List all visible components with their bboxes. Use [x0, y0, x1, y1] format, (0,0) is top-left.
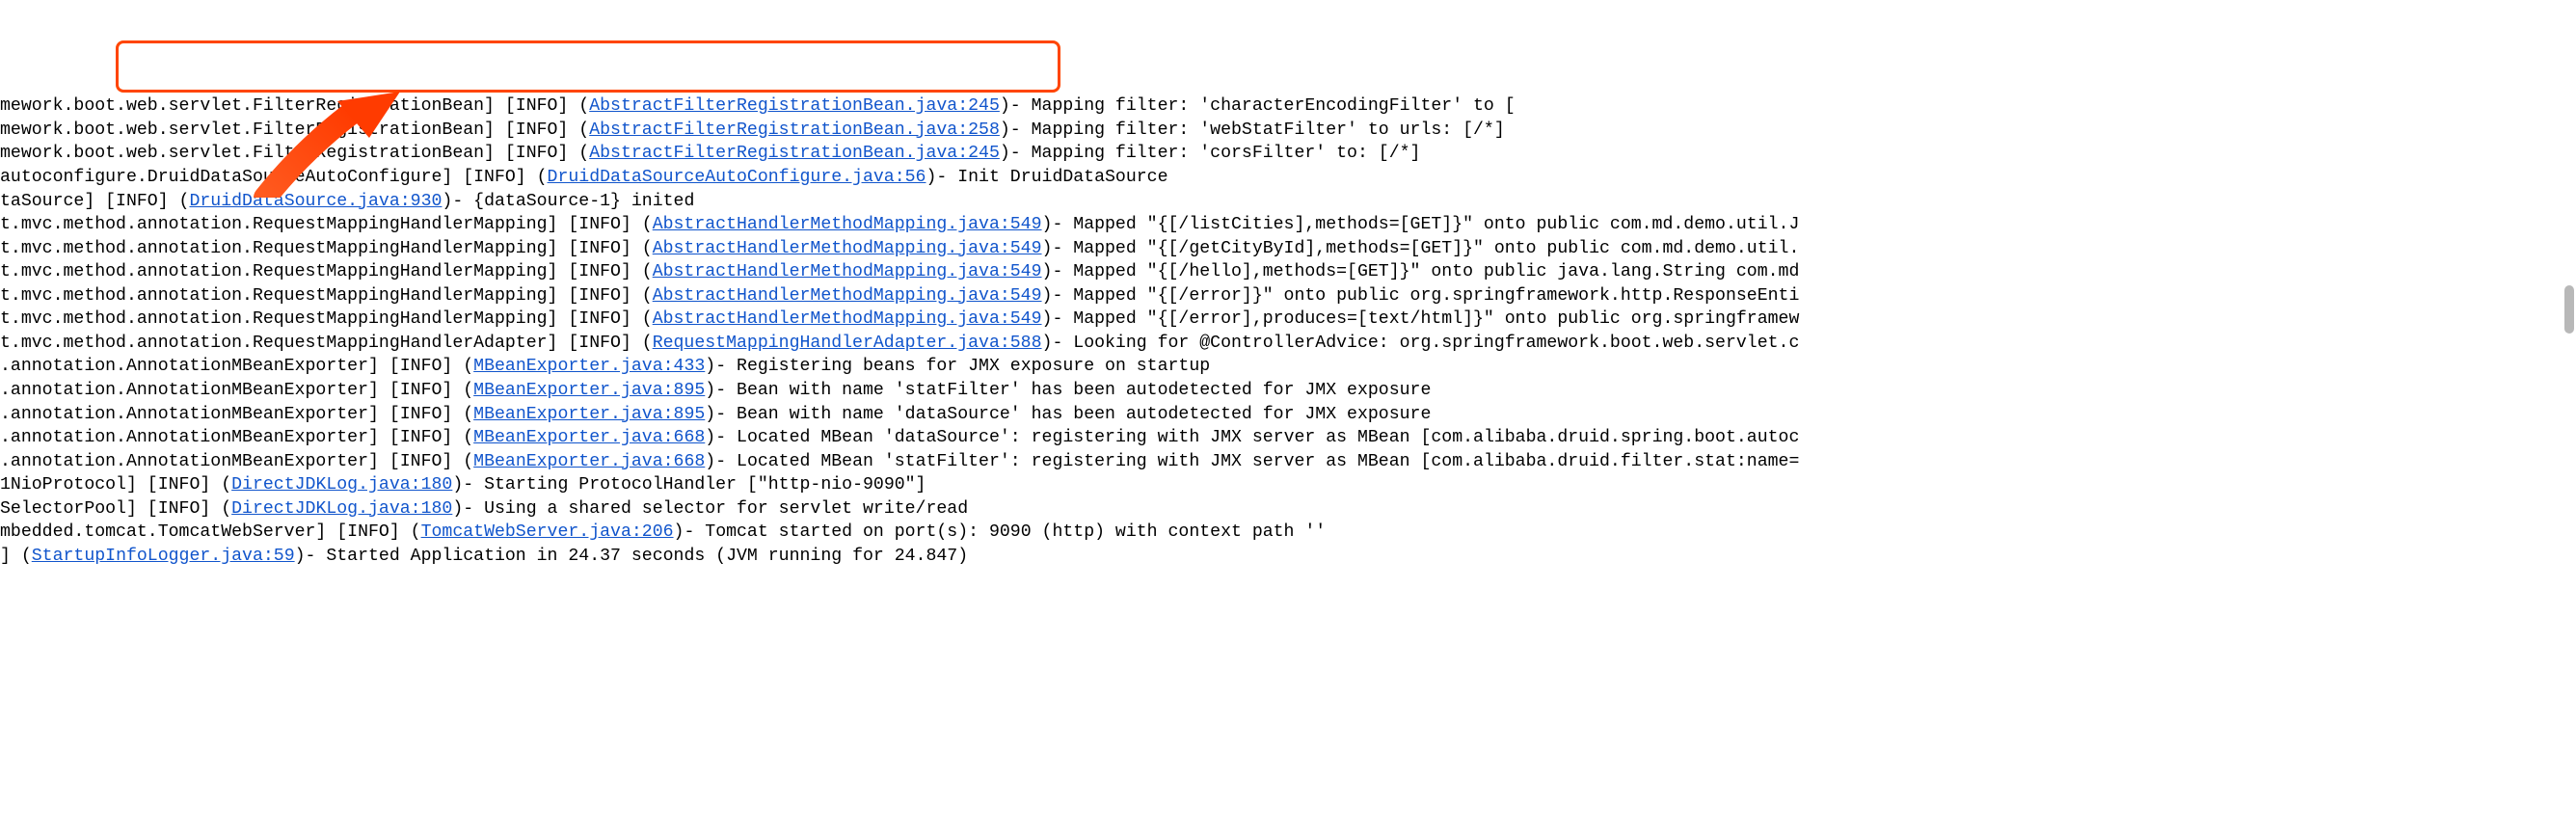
source-file-link[interactable]: RequestMappingHandlerAdapter.java:588 [653, 334, 1042, 353]
log-message: )- Mapping filter: 'webStatFilter' to ur… [1000, 120, 1505, 140]
log-line: .annotation.AnnotationMBeanExporter] [IN… [0, 450, 2576, 474]
source-file-link[interactable]: DirectJDKLog.java:180 [231, 499, 452, 519]
log-prefix: taSource] [INFO] ( [0, 192, 189, 211]
log-prefix: .annotation.AnnotationMBeanExporter] [IN… [0, 405, 473, 424]
source-file-link[interactable]: DirectJDKLog.java:180 [231, 475, 452, 495]
source-file-link[interactable]: MBeanExporter.java:895 [473, 405, 705, 424]
log-message: )- Mapped "{[/hello],methods=[GET]}" ont… [1042, 262, 1800, 281]
log-line: mework.boot.web.servlet.FilterRegistrati… [0, 142, 2576, 166]
log-line: autoconfigure.DruidDataSourceAutoConfigu… [0, 166, 2576, 190]
source-file-link[interactable]: AbstractFilterRegistrationBean.java:245 [589, 144, 1000, 163]
log-prefix: t.mvc.method.annotation.RequestMappingHa… [0, 309, 653, 329]
log-message: )- Init DruidDataSource [926, 168, 1167, 187]
source-file-link[interactable]: MBeanExporter.java:668 [473, 452, 705, 471]
log-prefix: .annotation.AnnotationMBeanExporter] [IN… [0, 381, 473, 400]
source-file-link[interactable]: DruidDataSource.java:930 [189, 192, 442, 211]
log-prefix: autoconfigure.DruidDataSourceAutoConfigu… [0, 168, 548, 187]
log-line: t.mvc.method.annotation.RequestMappingHa… [0, 213, 2576, 237]
log-message: )- Started Application in 24.37 seconds … [295, 547, 969, 566]
log-message: )- Tomcat started on port(s): 9090 (http… [674, 522, 1327, 542]
log-message: )- Looking for @ControllerAdvice: org.sp… [1042, 334, 1800, 353]
log-prefix: t.mvc.method.annotation.RequestMappingHa… [0, 239, 653, 258]
log-line: t.mvc.method.annotation.RequestMappingHa… [0, 284, 2576, 308]
source-file-link[interactable]: AbstractHandlerMethodMapping.java:549 [653, 286, 1042, 306]
source-file-link[interactable]: AbstractHandlerMethodMapping.java:549 [653, 309, 1042, 329]
log-prefix: mework.boot.web.servlet.FilterRegistrati… [0, 96, 589, 116]
annotation-highlight-box [116, 40, 1060, 93]
log-line: mbedded.tomcat.TomcatWebServer] [INFO] (… [0, 521, 2576, 545]
log-line: .annotation.AnnotationMBeanExporter] [IN… [0, 379, 2576, 403]
log-message: )- Mapped "{[/error],produces=[text/html… [1042, 309, 1800, 329]
log-line: .annotation.AnnotationMBeanExporter] [IN… [0, 355, 2576, 379]
log-message: )- Mapped "{[/error]}" onto public org.s… [1042, 286, 1800, 306]
source-file-link[interactable]: DruidDataSourceAutoConfigure.java:56 [548, 168, 926, 187]
log-prefix: .annotation.AnnotationMBeanExporter] [IN… [0, 452, 473, 471]
log-prefix: mework.boot.web.servlet.FilterRegistrati… [0, 144, 589, 163]
log-prefix: mbedded.tomcat.TomcatWebServer] [INFO] ( [0, 522, 421, 542]
log-line: ] (StartupInfoLogger.java:59)- Started A… [0, 545, 2576, 569]
log-prefix: .annotation.AnnotationMBeanExporter] [IN… [0, 428, 473, 447]
log-line: .annotation.AnnotationMBeanExporter] [IN… [0, 403, 2576, 427]
log-message: )- Located MBean 'statFilter': registeri… [705, 452, 1799, 471]
source-file-link[interactable]: MBeanExporter.java:895 [473, 381, 705, 400]
source-file-link[interactable]: AbstractHandlerMethodMapping.java:549 [653, 215, 1042, 234]
log-message: )- Mapped "{[/listCities],methods=[GET]}… [1042, 215, 1800, 234]
source-file-link[interactable]: StartupInfoLogger.java:59 [32, 547, 295, 566]
source-file-link[interactable]: MBeanExporter.java:668 [473, 428, 705, 447]
log-message: )- Bean with name 'statFilter' has been … [705, 381, 1431, 400]
log-prefix: t.mvc.method.annotation.RequestMappingHa… [0, 215, 653, 234]
log-line: t.mvc.method.annotation.RequestMappingHa… [0, 237, 2576, 261]
log-line: .annotation.AnnotationMBeanExporter] [IN… [0, 426, 2576, 450]
log-message: )- {dataSource-1} inited [442, 192, 694, 211]
log-prefix: SelectorPool] [INFO] ( [0, 499, 231, 519]
log-prefix: t.mvc.method.annotation.RequestMappingHa… [0, 262, 653, 281]
log-line: mework.boot.web.servlet.FilterRegistrati… [0, 94, 2576, 119]
log-prefix: .annotation.AnnotationMBeanExporter] [IN… [0, 357, 473, 376]
source-file-link[interactable]: AbstractHandlerMethodMapping.java:549 [653, 262, 1042, 281]
log-prefix: mework.boot.web.servlet.FilterRegistrati… [0, 120, 589, 140]
source-file-link[interactable]: MBeanExporter.java:433 [473, 357, 705, 376]
log-prefix: t.mvc.method.annotation.RequestMappingHa… [0, 334, 653, 353]
log-message: )- Starting ProtocolHandler ["http-nio-9… [452, 475, 926, 495]
log-message: )- Mapping filter: 'corsFilter' to: [/*] [1000, 144, 1421, 163]
log-prefix: ] ( [0, 547, 32, 566]
log-message: )- Bean with name 'dataSource' has been … [705, 405, 1431, 424]
log-prefix: 1NioProtocol] [INFO] ( [0, 475, 231, 495]
log-line: taSource] [INFO] (DruidDataSource.java:9… [0, 190, 2576, 214]
log-line: t.mvc.method.annotation.RequestMappingHa… [0, 308, 2576, 332]
log-line: mework.boot.web.servlet.FilterRegistrati… [0, 119, 2576, 143]
source-file-link[interactable]: AbstractHandlerMethodMapping.java:549 [653, 239, 1042, 258]
source-file-link[interactable]: AbstractFilterRegistrationBean.java:245 [589, 96, 1000, 116]
log-line: SelectorPool] [INFO] (DirectJDKLog.java:… [0, 497, 2576, 521]
log-message: )- Located MBean 'dataSource': registeri… [705, 428, 1799, 447]
source-file-link[interactable]: TomcatWebServer.java:206 [421, 522, 674, 542]
log-line: 1NioProtocol] [INFO] (DirectJDKLog.java:… [0, 473, 2576, 497]
console-log-output: mework.boot.web.servlet.FilterRegistrati… [0, 94, 2576, 568]
log-line: t.mvc.method.annotation.RequestMappingHa… [0, 332, 2576, 356]
log-prefix: t.mvc.method.annotation.RequestMappingHa… [0, 286, 653, 306]
log-line: t.mvc.method.annotation.RequestMappingHa… [0, 260, 2576, 284]
log-message: )- Mapped "{[/getCityById],methods=[GET]… [1042, 239, 1800, 258]
log-message: )- Using a shared selector for servlet w… [452, 499, 968, 519]
vertical-scrollbar[interactable] [2564, 285, 2574, 334]
log-message: )- Mapping filter: 'characterEncodingFil… [1000, 96, 1516, 116]
source-file-link[interactable]: AbstractFilterRegistrationBean.java:258 [589, 120, 1000, 140]
log-message: )- Registering beans for JMX exposure on… [705, 357, 1210, 376]
